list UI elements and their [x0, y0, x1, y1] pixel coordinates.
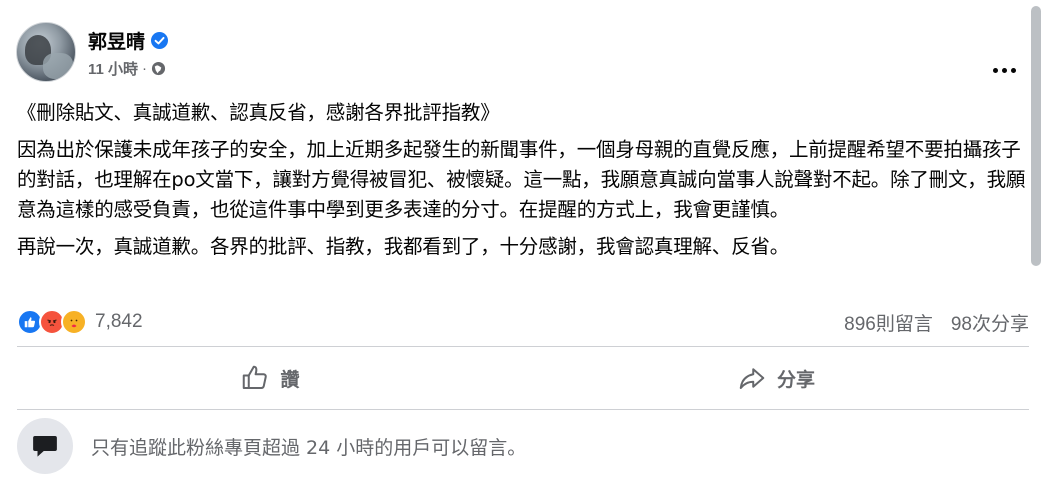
share-count-link[interactable]: 98次分享 — [951, 309, 1029, 336]
reactions-bar: 7,842 896則留言 98次分享 — [17, 307, 1029, 337]
reaction-icons[interactable] — [17, 309, 87, 335]
more-dot-icon — [992, 67, 998, 73]
author-avatar[interactable] — [16, 22, 76, 82]
divider — [17, 409, 1029, 410]
more-dot-icon — [1010, 67, 1016, 73]
divider — [17, 346, 1029, 347]
share-arrow-icon — [739, 368, 765, 389]
comment-count-link[interactable]: 896則留言 — [844, 309, 933, 336]
scrollbar-thumb[interactable] — [1031, 6, 1041, 266]
speech-bubble-icon — [33, 436, 57, 457]
avatar-figure-detail — [43, 53, 73, 79]
post-meta: 11 小時 · — [88, 58, 166, 79]
comment-restriction-note: 只有追蹤此粉絲專頁超過 24 小時的用戶可以留言。 — [91, 436, 527, 459]
comment-restriction-row: 只有追蹤此粉絲專頁超過 24 小時的用戶可以留言。 — [17, 418, 1029, 474]
meta-separator: · — [142, 60, 148, 77]
post-header: 郭昱晴 11 小時 · — [16, 22, 1016, 84]
post-timestamp[interactable]: 11 小時 — [88, 58, 138, 79]
author-name-row: 郭昱晴 — [88, 27, 169, 54]
comment-bubble-avatar — [17, 418, 73, 474]
public-globe-icon — [151, 61, 166, 76]
reaction-count[interactable]: 7,842 — [95, 311, 143, 333]
post-body: 《刪除貼文、真誠道歉、認真反省，感謝各界批評指教》 因為出於保護未成年孩子的安全… — [17, 98, 1029, 269]
like-button[interactable]: 讚 — [17, 350, 523, 406]
post-paragraph: 再說一次，真誠道歉。各界的批評、指教，我都看到了，十分感謝，我會認真理解、反省。 — [17, 235, 790, 258]
post-actions: 讚 分享 — [17, 350, 1029, 406]
more-dot-icon — [1001, 67, 1007, 73]
post-title-paragraph: 《刪除貼文、真誠道歉、認真反省，感謝各界批評指教》 — [17, 101, 500, 124]
share-button-label: 分享 — [776, 369, 815, 391]
thumbs-up-icon — [243, 365, 268, 389]
post-paragraph: 因為出於保護未成年孩子的安全，加上近期多起發生的新聞事件，一個身母親的直覺反應，… — [17, 138, 1026, 221]
more-options-button[interactable] — [989, 60, 1019, 80]
like-button-label: 讚 — [280, 369, 300, 391]
verified-badge-icon — [151, 32, 169, 49]
author-name[interactable]: 郭昱晴 — [88, 27, 145, 54]
care-reaction-icon — [61, 309, 87, 335]
engagement-stats: 896則留言 98次分享 — [844, 309, 1029, 336]
share-button[interactable]: 分享 — [523, 350, 1029, 406]
facebook-post: 郭昱晴 11 小時 · 《刪除貼文、真誠道歉、認真反省，感謝各界批評指教》 因為… — [0, 0, 1049, 484]
scrollbar[interactable] — [1030, 4, 1042, 484]
